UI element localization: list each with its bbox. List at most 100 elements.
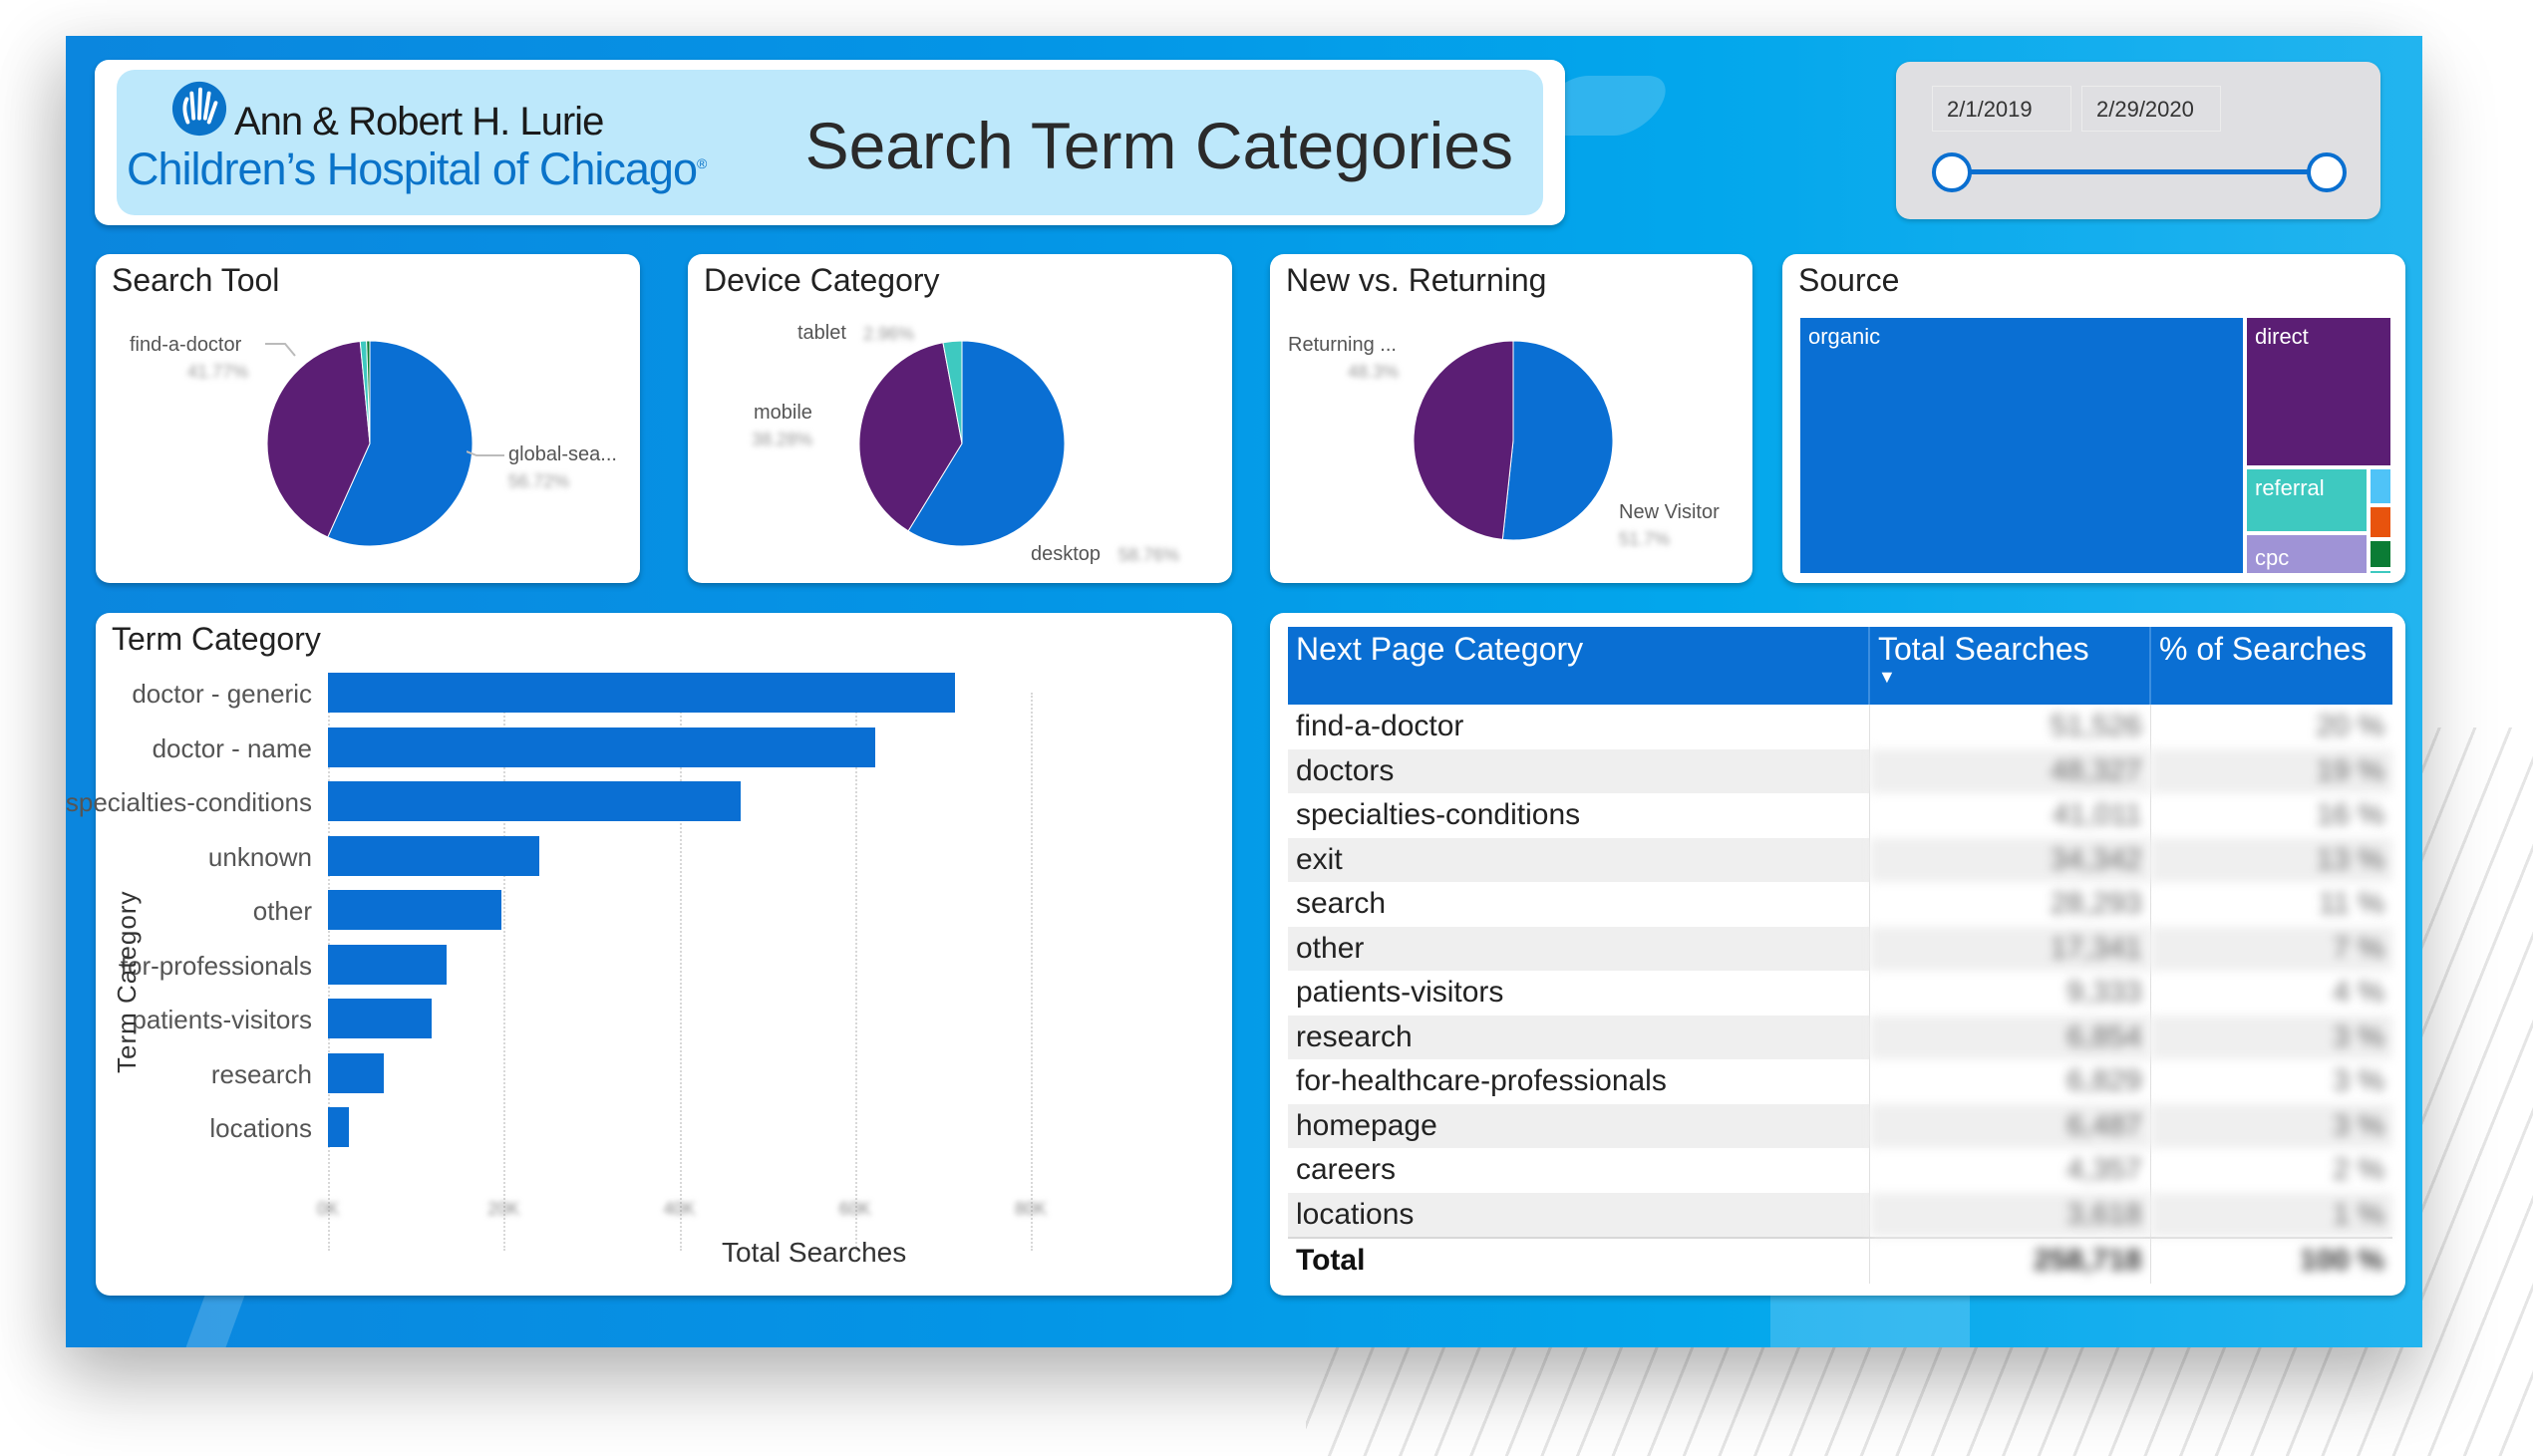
source-card: Source organic direct referral cpc	[1782, 254, 2405, 583]
cell-category: search	[1288, 882, 1870, 927]
cell-pct: 1 %	[2150, 1192, 2392, 1238]
table-row[interactable]: find-a-doctor 51,526 20 %	[1288, 705, 2392, 749]
gridline	[854, 693, 857, 1251]
cell-total: 41,011	[1869, 793, 2151, 838]
bar-patients-visitors[interactable]	[328, 999, 432, 1038]
device-category-pie[interactable]	[857, 339, 1067, 548]
pie-pct-desktop: 58.76%	[1118, 545, 1180, 565]
table-row[interactable]: specialties-conditions 41,011 16 %	[1288, 793, 2392, 838]
table-row[interactable]: patients-visitors 9,333 4 %	[1288, 971, 2392, 1016]
bar-for-professionals[interactable]	[328, 944, 447, 985]
cell-pct: 19 %	[2150, 748, 2392, 793]
table-row[interactable]: careers 4,357 2 %	[1288, 1148, 2392, 1193]
bar-research[interactable]	[328, 1052, 385, 1093]
bar-specialties-conditions[interactable]	[328, 781, 742, 821]
end-date-input[interactable]: 2/29/2020	[2081, 86, 2221, 132]
cell-category: exit	[1288, 837, 1870, 882]
start-date-handle[interactable]	[1932, 152, 1972, 192]
y-category-label: research	[210, 1058, 312, 1089]
column-header-total-searches[interactable]: Total Searches ▼	[1869, 627, 2151, 705]
cell-category: find-a-doctor	[1288, 705, 1870, 749]
table-row[interactable]: other 17,341 7 %	[1288, 926, 2392, 971]
search-tool-pie[interactable]	[265, 339, 475, 548]
gridline	[679, 693, 682, 1251]
cell-pct: 16 %	[2316, 798, 2384, 832]
bar-doctor-name[interactable]	[328, 727, 876, 767]
cell-pct: 3 %	[2150, 1015, 2392, 1059]
cell-total: 6,854	[1869, 1015, 2151, 1059]
table-row[interactable]: search 28,293 11 %	[1288, 882, 2392, 927]
table-row[interactable]: exit 34,342 13 %	[1288, 837, 2392, 882]
cell-category: specialties-conditions	[1288, 793, 1870, 838]
treemap-cell-small-1[interactable]	[2369, 467, 2392, 505]
column-header-pct-searches[interactable]: % of Searches	[2150, 627, 2392, 705]
bar-other[interactable]	[328, 890, 502, 930]
x-tick-label: 40K	[663, 1199, 696, 1219]
x-tick-label: 0K	[316, 1199, 340, 1219]
y-category-label: doctor - name	[152, 732, 312, 763]
treemap-cell-organic[interactable]: organic	[1798, 316, 2245, 575]
page-title: Search Term Categories	[804, 109, 1513, 182]
cell-category: homepage	[1288, 1103, 1870, 1148]
new-vs-returning-pie[interactable]	[1412, 339, 1615, 542]
cell-total: 3,618	[1869, 1192, 2151, 1238]
y-category-label: specialties-conditions	[66, 787, 312, 817]
gridline	[503, 693, 506, 1251]
sort-descending-icon[interactable]: ▼	[1878, 668, 2141, 686]
new-vs-returning-card: New vs. Returning Returning ... 48.3% Ne…	[1270, 254, 1752, 583]
leader-line	[467, 450, 504, 456]
date-slider-track[interactable]	[1952, 169, 2329, 174]
end-date-handle[interactable]	[2307, 152, 2347, 192]
cell-pct: 100 %	[2150, 1237, 2392, 1284]
treemap-label-direct: direct	[2255, 324, 2309, 349]
start-date-input[interactable]: 2/1/2019	[1932, 86, 2071, 132]
total-searches-label: Total Searches	[1878, 631, 2089, 667]
treemap-cell-cpc[interactable]: cpc	[2245, 533, 2369, 575]
next-page-category-table: Next Page Category Total Searches ▼ % of …	[1288, 627, 2392, 1284]
pie-slice-new-visitor[interactable]	[1501, 340, 1614, 541]
treemap-cell-direct[interactable]: direct	[2245, 316, 2392, 467]
column-header-next-page-category[interactable]: Next Page Category	[1288, 627, 1870, 705]
pie-slice-returning-visitor[interactable]	[1413, 340, 1514, 540]
table-row[interactable]: homepage 6,487 3 %	[1288, 1103, 2392, 1148]
x-tick-label: 20K	[487, 1199, 520, 1219]
cell-total: 6,829	[1869, 1059, 2151, 1104]
treemap-cell-small-4[interactable]	[2369, 569, 2392, 575]
pie-label-find-a-doctor: find-a-doctor	[130, 334, 242, 356]
table-row[interactable]: doctors 48,327 19 %	[1288, 748, 2392, 793]
next-page-table-card: Next Page Category Total Searches ▼ % of …	[1270, 613, 2405, 1296]
treemap-cell-referral[interactable]: referral	[2245, 467, 2369, 533]
table-row[interactable]: for-healthcare-professionals 6,829 3 %	[1288, 1059, 2392, 1104]
cell-total: 34,342	[1869, 837, 2151, 882]
treemap-cell-small-2[interactable]	[2369, 505, 2392, 539]
cell-category: patients-visitors	[1288, 971, 1870, 1016]
cell-total: 4,357	[1869, 1148, 2151, 1193]
table-total-row[interactable]: Total 258,718 100 %	[1288, 1237, 2392, 1284]
bar-doctor-generic[interactable]	[328, 673, 956, 713]
table-row[interactable]: research 6,854 3 %	[1288, 1015, 2392, 1059]
x-tick-label: 80K	[1014, 1199, 1048, 1219]
header-card: Ann & Robert H. Lurie Children’s Hospita…	[95, 60, 1565, 225]
cell-total: 28,293	[1869, 882, 2151, 927]
date-range-slicer[interactable]: 2/1/2019 2/29/2020	[1896, 62, 2380, 219]
pie-label-mobile: mobile	[754, 402, 812, 424]
cell-total: 51,526	[1869, 705, 2151, 749]
bar-locations[interactable]	[328, 1107, 350, 1147]
pie-label-desktop: desktop	[1031, 543, 1102, 565]
pie-label-new-visitor: New Visitor	[1619, 501, 1720, 523]
pie-pct-tablet: 2.96%	[863, 324, 915, 344]
term-category-bar-chart: 0K 20K 40K 60K 80K doctor - generic doctor - n…	[66, 613, 1232, 1296]
bar-unknown[interactable]	[328, 835, 540, 876]
treemap-label-organic: organic	[1808, 324, 1881, 349]
x-tick-label: 60K	[838, 1199, 871, 1219]
cell-pct: 13 %	[2150, 837, 2392, 882]
treemap-cell-small-3[interactable]	[2369, 539, 2392, 569]
pie-label-tablet: tablet	[797, 322, 846, 344]
pie-label-returning: Returning ...	[1288, 334, 1397, 356]
cell-category: doctors	[1288, 748, 1870, 793]
device-category-card: Device Category tablet 2.96% mobile 38.2…	[688, 254, 1232, 583]
cell-pct: 3 %	[2150, 1103, 2392, 1148]
new-vs-returning-title: New vs. Returning	[1286, 262, 1547, 298]
logo-text-line1: Ann & Robert H. Lurie	[234, 100, 604, 144]
table-row[interactable]: locations 3,618 1 %	[1288, 1192, 2392, 1238]
